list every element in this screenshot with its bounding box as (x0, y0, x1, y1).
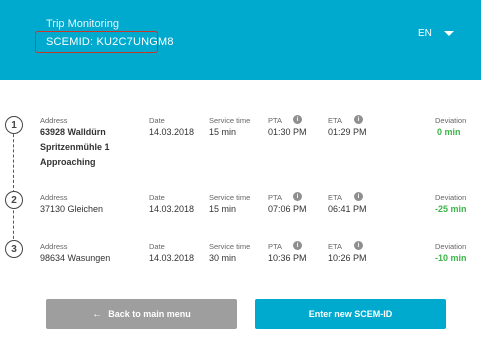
stop-eta: 10:26 PM (328, 253, 367, 263)
address-label: Address (40, 193, 68, 202)
stop-date: 14.03.2018 (149, 204, 195, 214)
stop-status: Approaching (40, 157, 96, 167)
pta-label: PTA (268, 116, 283, 125)
language-label: EN (418, 28, 432, 39)
pta-info-icon[interactable]: i (293, 241, 302, 250)
eta-label: ETA (328, 242, 343, 251)
eta-info-icon[interactable]: i (354, 115, 363, 124)
timeline-line (13, 124, 14, 249)
stop-date: 14.03.2018 (149, 127, 195, 137)
stop-service-time: 15 min (209, 204, 237, 214)
stop-deviation: 0 min (437, 127, 461, 137)
date-label: Date (149, 242, 165, 251)
new-scem-button-label: Enter new SCEM-ID (308, 309, 393, 319)
scem-id-text: SCEMID: KU2C7UNGM8 (46, 36, 174, 48)
header-bar: Trip Monitoring SCEMID: KU2C7UNGM8 EN (0, 0, 481, 80)
caret-down-icon (443, 31, 454, 36)
stop-address-line1: 37130 Gleichen (40, 204, 104, 214)
address-label: Address (40, 116, 68, 125)
date-label: Date (149, 116, 165, 125)
pta-info-icon[interactable]: i (293, 192, 302, 201)
stop-deviation: -10 min (435, 253, 467, 263)
eta-label: ETA (328, 116, 343, 125)
stop-service-time: 15 min (209, 127, 237, 137)
eta-info-icon[interactable]: i (354, 192, 363, 201)
deviation-label: Deviation (435, 242, 467, 251)
page-title: Trip Monitoring (46, 18, 119, 30)
pta-label: PTA (268, 193, 283, 202)
enter-new-scem-id-button[interactable]: Enter new SCEM-ID (255, 299, 446, 329)
stop-address-line1: 98634 Wasungen (40, 253, 111, 263)
eta-label: ETA (328, 193, 343, 202)
stop-address-line2: Spritzenmühle 1 (40, 142, 110, 152)
stop-marker-2: 2 (5, 191, 23, 209)
stop-service-time: 30 min (209, 253, 237, 263)
language-dropdown[interactable]: EN (418, 28, 454, 39)
service-time-label: Service time (209, 116, 251, 125)
stop-date: 14.03.2018 (149, 253, 195, 263)
deviation-label: Deviation (435, 193, 467, 202)
address-label: Address (40, 242, 68, 251)
back-to-main-menu-button[interactable]: ← Back to main menu (46, 299, 237, 329)
date-label: Date (149, 193, 165, 202)
stop-pta: 01:30 PM (268, 127, 307, 137)
stop-marker-1: 1 (5, 116, 23, 134)
pta-label: PTA (268, 242, 283, 251)
back-button-label: Back to main menu (108, 309, 191, 319)
pta-info-icon[interactable]: i (293, 115, 302, 124)
eta-info-icon[interactable]: i (354, 241, 363, 250)
service-time-label: Service time (209, 242, 251, 251)
stop-deviation: -25 min (435, 204, 467, 214)
stop-pta: 10:36 PM (268, 253, 307, 263)
stop-eta: 06:41 PM (328, 204, 367, 214)
service-time-label: Service time (209, 193, 251, 202)
arrow-left-icon: ← (92, 308, 103, 320)
deviation-label: Deviation (435, 116, 467, 125)
stop-eta: 01:29 PM (328, 127, 367, 137)
stop-marker-3: 3 (5, 240, 23, 258)
stop-address-line1: 63928 Walldürn (40, 127, 106, 137)
stop-pta: 07:06 PM (268, 204, 307, 214)
